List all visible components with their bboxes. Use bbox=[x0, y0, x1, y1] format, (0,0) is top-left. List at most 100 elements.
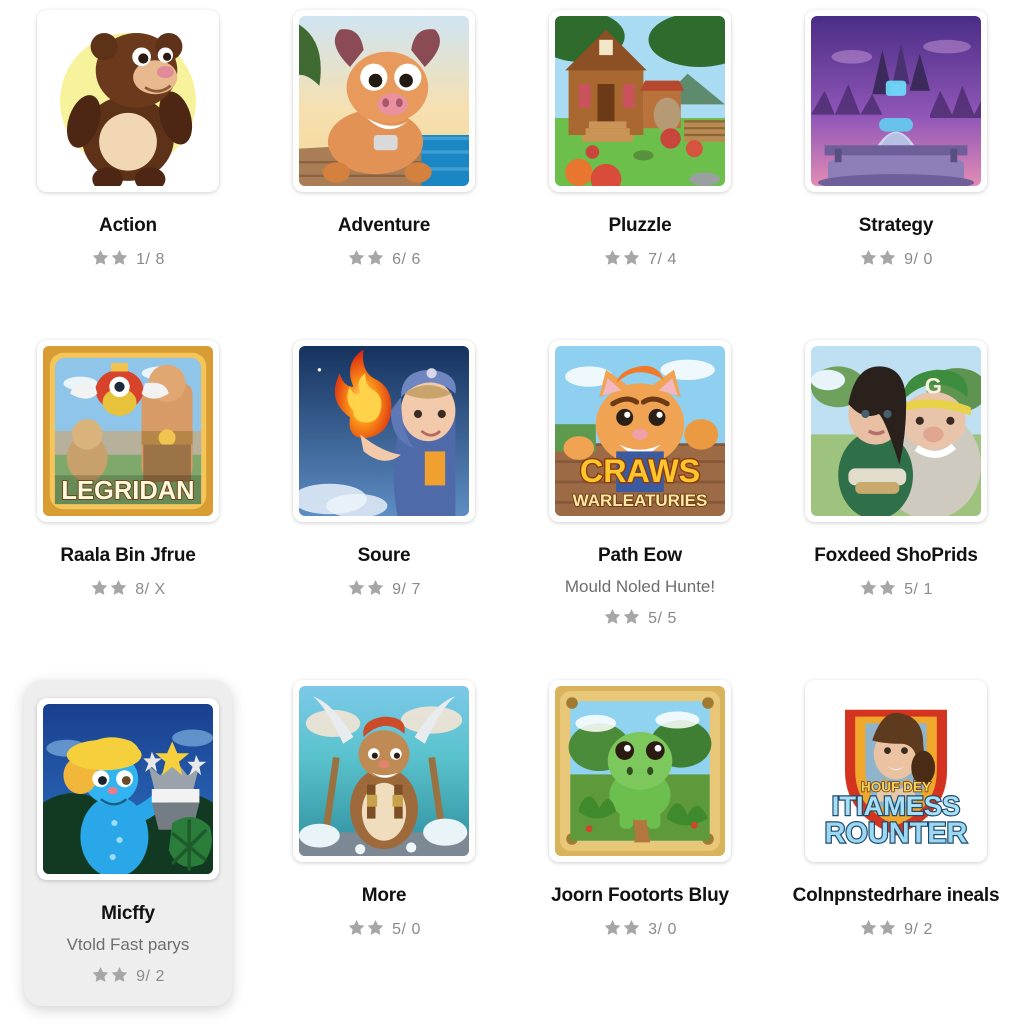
card-meta: Foxdeed ShoPrids 5/ 1 bbox=[768, 544, 1024, 602]
thumbnail-frame[interactable]: HOUF DEY ITIAMESS ROUNTER bbox=[805, 680, 987, 862]
card-rating: 5/ 5 bbox=[518, 607, 762, 631]
thumbnail-frame[interactable] bbox=[37, 10, 219, 192]
card-rating: 9/ 2 bbox=[30, 965, 226, 989]
star-icon bbox=[347, 918, 385, 942]
card-rating: 9/ 2 bbox=[774, 918, 1018, 942]
bear-character-thumbnail bbox=[43, 16, 213, 186]
svg-text:G: G bbox=[925, 374, 942, 399]
rating-value: 9/ 7 bbox=[392, 580, 421, 598]
game-card[interactable]: Adventure 6/ 6 bbox=[256, 0, 512, 330]
star-icon bbox=[859, 918, 897, 942]
thumbnail-frame[interactable]: CRAWS WARLEATURIES bbox=[549, 340, 731, 522]
rating-value: 9/ 2 bbox=[136, 968, 165, 985]
star-icon bbox=[347, 248, 385, 272]
game-card[interactable]: LEGRIDAN Raala Bin Jfrue 8/ X bbox=[0, 330, 256, 670]
card-rating: 9/ 0 bbox=[774, 248, 1018, 272]
card-meta: More 5/ 0 bbox=[256, 884, 512, 942]
card-title: Action bbox=[99, 215, 157, 236]
card-title: Pluzzle bbox=[608, 215, 672, 236]
game-card[interactable]: Joorn Footorts Bluy 3/ 0 bbox=[512, 670, 768, 1024]
game-card[interactable]: More 5/ 0 bbox=[256, 670, 512, 1024]
thumbnail-frame[interactable] bbox=[549, 10, 731, 192]
svg-text:LEGRIDAN: LEGRIDAN bbox=[61, 477, 194, 505]
card-meta: Strategy 9/ 0 bbox=[768, 214, 1024, 272]
game-card[interactable]: CRAWS WARLEATURIES Path Eow Mould Noled … bbox=[512, 330, 768, 670]
card-meta: Adventure 6/ 6 bbox=[256, 214, 512, 272]
star-icon bbox=[603, 918, 641, 942]
card-rating: 5/ 0 bbox=[262, 918, 506, 942]
card-title: Soure bbox=[357, 545, 411, 566]
star-icon bbox=[859, 248, 897, 272]
thumbnail-frame[interactable] bbox=[293, 680, 475, 862]
rating-value: 9/ 2 bbox=[904, 920, 933, 938]
card-rating: 8/ X bbox=[6, 578, 250, 602]
card-rating: 3/ 0 bbox=[518, 918, 762, 942]
card-title: More bbox=[361, 885, 407, 906]
card-title: Micffy bbox=[101, 903, 155, 924]
star-icon bbox=[603, 248, 641, 272]
card-title: Raala Bin Jfrue bbox=[60, 545, 196, 566]
card-meta: Action 1/ 8 bbox=[0, 214, 256, 272]
game-card-grid: Action 1/ 8 Adventure 6/ 6 Pluzzle 7/ 4 … bbox=[0, 0, 1024, 1024]
fire-mage-girl-thumbnail bbox=[299, 346, 469, 516]
game-card[interactable]: Pluzzle 7/ 4 bbox=[512, 0, 768, 330]
game-card[interactable]: G Foxdeed ShoPrids 5/ 1 bbox=[768, 330, 1024, 670]
blue-mouse-trophy-thumbnail bbox=[43, 704, 213, 874]
legridan-game-icon: LEGRIDAN bbox=[43, 346, 213, 516]
green-dino-framed-thumbnail bbox=[555, 686, 725, 856]
card-title: Strategy bbox=[858, 215, 934, 236]
svg-text:ROUNTER: ROUNTER bbox=[825, 817, 968, 849]
card-subtitle: Vtold Fast parys bbox=[66, 934, 190, 954]
thumbnail-frame[interactable]: G bbox=[805, 340, 987, 522]
card-meta: Joorn Footorts Bluy 3/ 0 bbox=[512, 884, 768, 942]
card-meta: Path Eow Mould Noled Hunte! 5/ 5 bbox=[512, 544, 768, 631]
farm-house-thumbnail bbox=[555, 16, 725, 186]
star-icon bbox=[91, 965, 129, 989]
card-title: Path Eow bbox=[598, 545, 682, 566]
card-title: Joorn Footorts Bluy bbox=[551, 885, 729, 906]
thumbnail-frame[interactable] bbox=[37, 698, 219, 880]
itiamess-rounter-shield-game-icon: HOUF DEY ITIAMESS ROUNTER bbox=[811, 686, 981, 856]
game-card[interactable]: Micffy Vtold Fast parys 9/ 2 bbox=[24, 680, 232, 1006]
thumbnail-frame[interactable] bbox=[293, 340, 475, 522]
card-subtitle: Mould Noled Hunte! bbox=[564, 576, 716, 596]
card-meta: Pluzzle 7/ 4 bbox=[512, 214, 768, 272]
rating-value: 5/ 0 bbox=[392, 920, 421, 938]
rating-value: 9/ 0 bbox=[904, 250, 933, 268]
card-title: Foxdeed ShoPrids bbox=[814, 545, 978, 566]
card-meta: Colnpnstedrhare ineals 9/ 2 bbox=[768, 884, 1024, 942]
card-rating: 7/ 4 bbox=[518, 248, 762, 272]
rating-value: 7/ 4 bbox=[648, 250, 677, 268]
thumbnail-frame[interactable] bbox=[805, 10, 987, 192]
card-rating: 1/ 8 bbox=[6, 248, 250, 272]
card-meta: Micffy Vtold Fast parys 9/ 2 bbox=[24, 902, 232, 989]
viking-axes-thumbnail bbox=[299, 686, 469, 856]
game-card[interactable]: Strategy 9/ 0 bbox=[768, 0, 1024, 330]
two-characters-green-cap-thumbnail: G bbox=[811, 346, 981, 516]
svg-text:CRAWS: CRAWS bbox=[580, 453, 700, 489]
star-icon bbox=[859, 578, 897, 602]
game-card[interactable]: Action 1/ 8 bbox=[0, 0, 256, 330]
card-rating: 5/ 1 bbox=[774, 578, 1018, 602]
rating-value: 1/ 8 bbox=[136, 250, 165, 268]
craws-warleaturies-game-icon: CRAWS WARLEATURIES bbox=[555, 346, 725, 516]
star-icon bbox=[603, 607, 641, 631]
thumbnail-frame[interactable] bbox=[293, 10, 475, 192]
purple-castle-thumbnail bbox=[811, 16, 981, 186]
game-card[interactable]: HOUF DEY ITIAMESS ROUNTER Colnpnstedrhar… bbox=[768, 670, 1024, 1024]
rating-value: 5/ 5 bbox=[648, 610, 677, 627]
card-meta: Soure 9/ 7 bbox=[256, 544, 512, 602]
game-card[interactable]: Soure 9/ 7 bbox=[256, 330, 512, 670]
star-icon bbox=[347, 578, 385, 602]
star-icon bbox=[90, 578, 128, 602]
thumbnail-frame[interactable] bbox=[549, 680, 731, 862]
rating-value: 6/ 6 bbox=[392, 250, 421, 268]
card-rating: 6/ 6 bbox=[262, 248, 506, 272]
rating-value: 8/ X bbox=[135, 580, 166, 598]
card-title: Colnpnstedrhare ineals bbox=[792, 885, 1000, 906]
card-title: Adventure bbox=[337, 215, 431, 236]
star-icon bbox=[91, 248, 129, 272]
card-meta: Raala Bin Jfrue 8/ X bbox=[0, 544, 256, 602]
card-rating: 9/ 7 bbox=[262, 578, 506, 602]
thumbnail-frame[interactable]: LEGRIDAN bbox=[37, 340, 219, 522]
